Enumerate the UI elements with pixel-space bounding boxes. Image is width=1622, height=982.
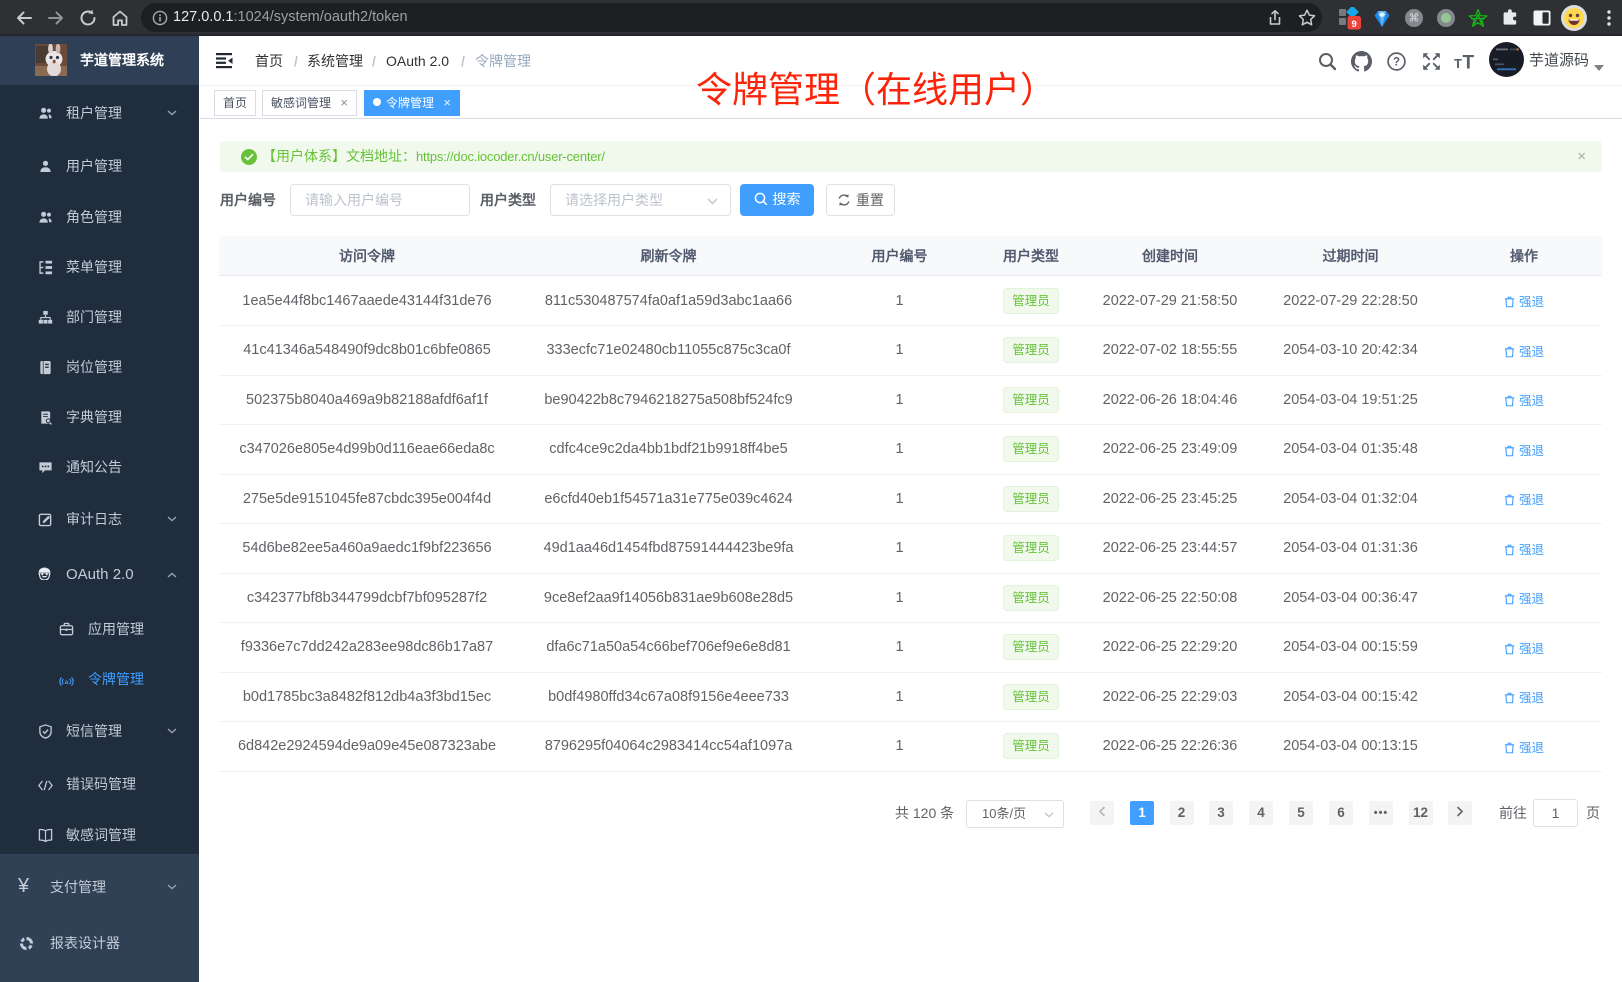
svg-text:a: a	[65, 679, 69, 686]
svg-text:?: ?	[1393, 57, 1400, 69]
svg-text:T: T	[1463, 53, 1475, 71]
svg-text:9: 9	[1352, 19, 1357, 30]
svg-text:⌘: ⌘	[1409, 13, 1420, 25]
svg-text:T: T	[1454, 56, 1462, 71]
